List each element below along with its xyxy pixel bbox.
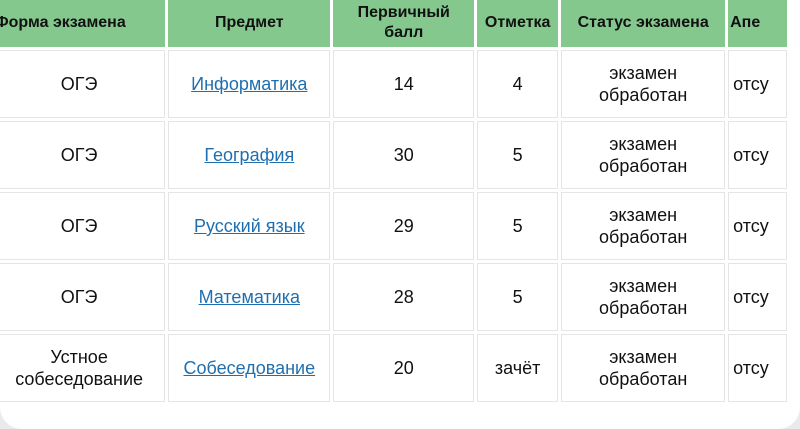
table-row: ОГЭ Информатика 14 4 экзамен обработан от… [0, 50, 787, 118]
exam-form-cell: ОГЭ [0, 192, 166, 260]
appeal-text: отсу [733, 74, 769, 94]
exam-status-cell: экзамен обработан [561, 334, 726, 402]
grade-cell: 5 [477, 263, 559, 331]
exam-status-text: экзамен обработан [599, 205, 688, 247]
grade-text: 4 [512, 74, 523, 94]
exam-form-text: ОГЭ [60, 287, 98, 307]
grade-text: зачёт [494, 358, 541, 378]
primary-score-cell: 28 [333, 263, 475, 331]
primary-score-text: 30 [393, 145, 414, 165]
subject-link[interactable]: География [204, 145, 294, 165]
exam-status-text: экзамен обработан [599, 276, 688, 318]
exam-status-cell: экзамен обработан [561, 50, 726, 118]
subject-link[interactable]: Собеседование [183, 358, 315, 378]
exam-status-cell: экзамен обработан [561, 192, 726, 260]
appeal-cell: отсу [728, 121, 787, 189]
primary-score-cell: 20 [333, 334, 475, 402]
subject-cell: Информатика [168, 50, 331, 118]
appeal-cell: отсу [728, 263, 787, 331]
primary-score-text: 20 [393, 358, 414, 378]
screenshot-frame: Форма экзамена Предмет Первичный балл Отм… [0, 0, 800, 429]
appeal-text: отсу [733, 145, 769, 165]
subject-link[interactable]: Русский язык [194, 216, 305, 236]
column-header-appeal: Апе [728, 0, 787, 47]
primary-score-text: 29 [393, 216, 414, 236]
primary-score-text: 28 [393, 287, 414, 307]
appeal-cell: отсу [728, 192, 787, 260]
column-header-grade: Отметка [477, 0, 559, 47]
exam-status-text: экзамен обработан [599, 347, 688, 389]
exam-form-text: ОГЭ [60, 145, 98, 165]
exam-status-text: экзамен обработан [599, 134, 688, 176]
column-header-primary-score: Первичный балл [333, 0, 475, 47]
column-header-subject: Предмет [168, 0, 331, 47]
subject-link[interactable]: Информатика [191, 74, 307, 94]
exam-form-cell: ОГЭ [0, 263, 166, 331]
exam-status-text: экзамен обработан [599, 63, 688, 105]
exam-form-cell: Устное собеседование [0, 334, 166, 402]
appeal-cell: отсу [728, 50, 787, 118]
primary-score-cell: 29 [333, 192, 475, 260]
exam-form-cell: ОГЭ [0, 50, 166, 118]
primary-score-cell: 14 [333, 50, 475, 118]
exam-results-table: Форма экзамена Предмет Первичный балл Отм… [0, 0, 790, 405]
grade-text: 5 [512, 216, 523, 236]
subject-cell: География [168, 121, 331, 189]
exam-form-text: ОГЭ [60, 216, 98, 236]
table-row: Устное собеседование Собеседование 20 зач… [0, 334, 787, 402]
grade-text: 5 [512, 145, 523, 165]
column-header-exam-form: Форма экзамена [0, 0, 166, 47]
header-row: Форма экзамена Предмет Первичный балл Отм… [0, 0, 787, 47]
primary-score-text: 14 [393, 74, 414, 94]
grade-text: 5 [512, 287, 523, 307]
table-row: ОГЭ Русский язык 29 5 экзамен обработан о… [0, 192, 787, 260]
appeal-text: отсу [733, 358, 769, 378]
subject-cell: Собеседование [168, 334, 331, 402]
appeal-text: отсу [733, 287, 769, 307]
exam-status-cell: экзамен обработан [561, 121, 726, 189]
appeal-cell: отсу [728, 334, 787, 402]
subject-cell: Русский язык [168, 192, 331, 260]
subject-cell: Математика [168, 263, 331, 331]
table-row: ОГЭ География 30 5 экзамен обработан отсу [0, 121, 787, 189]
exam-form-text: ОГЭ [60, 74, 98, 94]
primary-score-header-text: Первичный балл [357, 4, 450, 41]
exam-form-text: Устное собеседование [15, 347, 144, 389]
grade-cell: 5 [477, 192, 559, 260]
appeal-text: отсу [733, 216, 769, 236]
primary-score-cell: 30 [333, 121, 475, 189]
grade-cell: 4 [477, 50, 559, 118]
exam-form-cell: ОГЭ [0, 121, 166, 189]
grade-cell: зачёт [477, 334, 559, 402]
subject-link[interactable]: Математика [199, 287, 300, 307]
grade-cell: 5 [477, 121, 559, 189]
column-header-exam-status: Статус экзамена [561, 0, 726, 47]
exam-status-cell: экзамен обработан [561, 263, 726, 331]
table-row: ОГЭ Математика 28 5 экзамен обработан отс… [0, 263, 787, 331]
